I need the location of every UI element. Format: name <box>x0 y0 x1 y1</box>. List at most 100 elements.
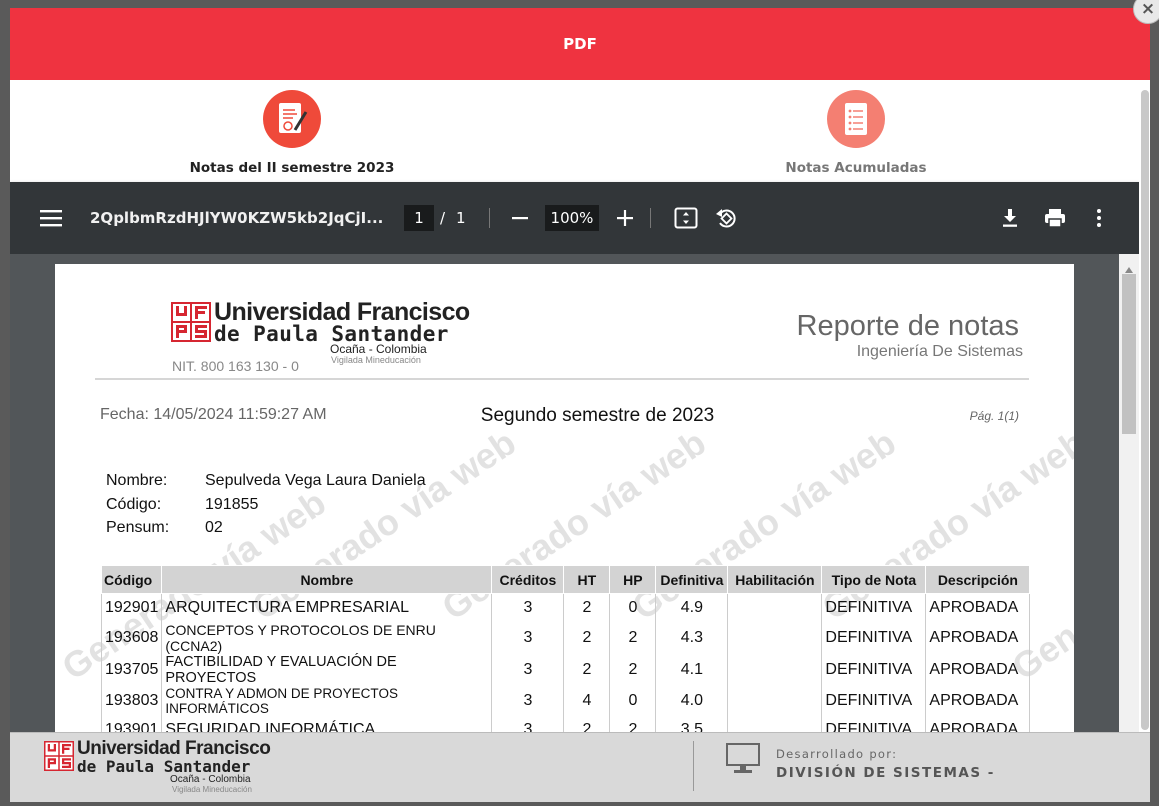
report-icon <box>263 90 321 148</box>
student-name-label: Nombre: <box>106 472 168 489</box>
course-ht: 2 <box>563 654 611 686</box>
column-header: Tipo de Nota <box>821 565 927 594</box>
course-habilitacion <box>727 686 823 716</box>
page-number-input[interactable]: 1 <box>404 182 434 254</box>
report-tabs: Notas del II semestre 2023 Notas Acumula… <box>10 80 1150 182</box>
course-status: APROBADA <box>925 593 1031 622</box>
course-code: 193803 <box>100 686 163 716</box>
report-date: Fecha: 14/05/2024 11:59:27 AM <box>100 406 327 423</box>
column-header: HP <box>609 565 657 594</box>
column-header: Créditos <box>491 565 565 594</box>
table-row: 192901 ARQUITECTURA EMPRESARIAL 3 2 0 4.… <box>100 593 1031 622</box>
report-program: Ingeniería De Sistemas <box>856 343 1023 360</box>
ufps-logo-icon <box>44 741 74 775</box>
course-code: 193608 <box>100 622 163 654</box>
zoom-in-icon[interactable] <box>616 182 634 254</box>
course-hp: 0 <box>609 686 657 716</box>
pdf-document-area[interactable]: Generado vía web Generado vía web Genera… <box>10 254 1150 802</box>
page-total: 1 <box>456 209 466 227</box>
pensum-label: Pensum: <box>106 519 170 536</box>
fit-page-icon[interactable] <box>674 182 698 254</box>
division-name: DIVISIÓN DE SISTEMAS - <box>776 765 995 781</box>
tab-label: Notas Acumuladas <box>785 160 927 176</box>
column-header: Definitiva <box>655 565 729 594</box>
header-divider <box>95 378 1029 380</box>
modal-scrollbar[interactable] <box>1139 80 1150 734</box>
course-grade-type: DEFINITIVA <box>821 593 927 622</box>
monitor-icon <box>726 743 760 779</box>
pdf-scrollbar[interactable] <box>1119 254 1139 740</box>
page-separator: / <box>440 209 446 227</box>
ufps-logo-icon <box>171 302 211 346</box>
course-credits: 3 <box>491 654 565 686</box>
modal-scrollbar-thumb[interactable] <box>1141 90 1149 730</box>
pdf-scrollbar-thumb[interactable] <box>1122 274 1136 434</box>
student-name: Sepulveda Vega Laura Daniela <box>205 472 426 489</box>
pdf-modal: PDF Notas del II semestre 2023 Notas Acu… <box>10 8 1150 802</box>
column-header: Código <box>100 565 163 594</box>
course-code: 193705 <box>100 654 163 686</box>
course-status: APROBADA <box>925 622 1031 654</box>
course-status: APROBADA <box>925 686 1031 716</box>
tab-label: Notas del II semestre 2023 <box>189 160 395 176</box>
developed-by-label: Desarrollado por: <box>776 747 898 761</box>
rotate-icon[interactable] <box>714 182 738 254</box>
zoom-level: 100% <box>545 205 599 231</box>
course-name: CONTRA Y ADMON DE PROYECTOS INFORMÁTICOS <box>161 686 493 716</box>
course-status: APROBADA <box>925 654 1031 686</box>
course-ht: 2 <box>563 593 611 622</box>
modal-title: PDF <box>10 8 1150 80</box>
table-row: 193705 FACTIBILIDAD Y EVALUACIÓN DE PROY… <box>100 654 1031 686</box>
course-grade-type: DEFINITIVA <box>821 622 927 654</box>
toolbar-divider <box>650 182 651 254</box>
table-row: 193803 CONTRA Y ADMON DE PROYECTOS INFOR… <box>100 686 1031 716</box>
table-row: 193608 CONCEPTOS Y PROTOCOLOS DE ENRU (C… <box>100 622 1031 654</box>
page-current: 1 <box>404 205 434 231</box>
course-ht: 4 <box>563 686 611 716</box>
column-header: HT <box>563 565 611 594</box>
download-icon[interactable] <box>1000 182 1020 254</box>
course-name: ARQUITECTURA EMPRESARIAL <box>161 593 493 622</box>
vigilada-text: Vigilada Mineducación <box>331 355 421 365</box>
more-options-icon[interactable] <box>1096 182 1102 254</box>
course-hp: 2 <box>609 622 657 654</box>
course-grade-type: DEFINITIVA <box>821 654 927 686</box>
column-header: Nombre <box>161 565 493 594</box>
course-code: 192901 <box>100 593 163 622</box>
pensum-value: 02 <box>205 519 223 536</box>
course-habilitacion <box>727 654 823 686</box>
student-code-label: Código: <box>106 496 162 513</box>
zoom-out-icon[interactable] <box>511 182 529 254</box>
column-header: Habilitación <box>727 565 823 594</box>
list-icon <box>827 90 885 148</box>
column-header: Descripción <box>925 565 1031 594</box>
report-title: Reporte de notas <box>796 310 1019 342</box>
toolbar-divider <box>489 182 490 254</box>
course-grade-type: DEFINITIVA <box>821 686 927 716</box>
tab-notas-semestre[interactable]: Notas del II semestre 2023 <box>152 90 432 176</box>
course-habilitacion <box>727 622 823 654</box>
nit-text: NIT. 800 163 130 - 0 <box>172 358 299 374</box>
pdf-page: Generado vía web Generado vía web Genera… <box>55 264 1074 802</box>
course-hp: 0 <box>609 593 657 622</box>
course-name: FACTIBILIDAD Y EVALUACIÓN DE PROYECTOS <box>161 654 493 686</box>
pdf-viewer-toolbar: 2QplbmRzdHJlYW0KZW5kb2JqCjI... 1 / 1 100… <box>10 182 1150 254</box>
footer-divider <box>693 741 694 791</box>
course-ht: 2 <box>563 622 611 654</box>
page-info: Pág. 1(1) <box>969 409 1019 423</box>
zoom-level-input[interactable]: 100% <box>545 182 599 254</box>
print-icon[interactable] <box>1044 182 1066 254</box>
university-location: Ocaña - Colombia <box>330 342 427 356</box>
footer: Universidad Francisco de Paula Santander… <box>10 732 1150 802</box>
course-grade: 4.0 <box>655 686 729 716</box>
footer-vigilada: Vigilada Mineducación <box>172 785 252 794</box>
menu-icon[interactable] <box>40 182 62 254</box>
semester-title: Segundo semestre de 2023 <box>480 405 715 426</box>
course-grade: 4.1 <box>655 654 729 686</box>
table-header-row: Código Nombre Créditos HT HP Definitiva … <box>100 565 1031 594</box>
course-credits: 3 <box>491 622 565 654</box>
course-habilitacion <box>727 593 823 622</box>
course-grade: 4.9 <box>655 593 729 622</box>
course-credits: 3 <box>491 593 565 622</box>
tab-notas-acumuladas[interactable]: Notas Acumuladas <box>716 90 996 176</box>
